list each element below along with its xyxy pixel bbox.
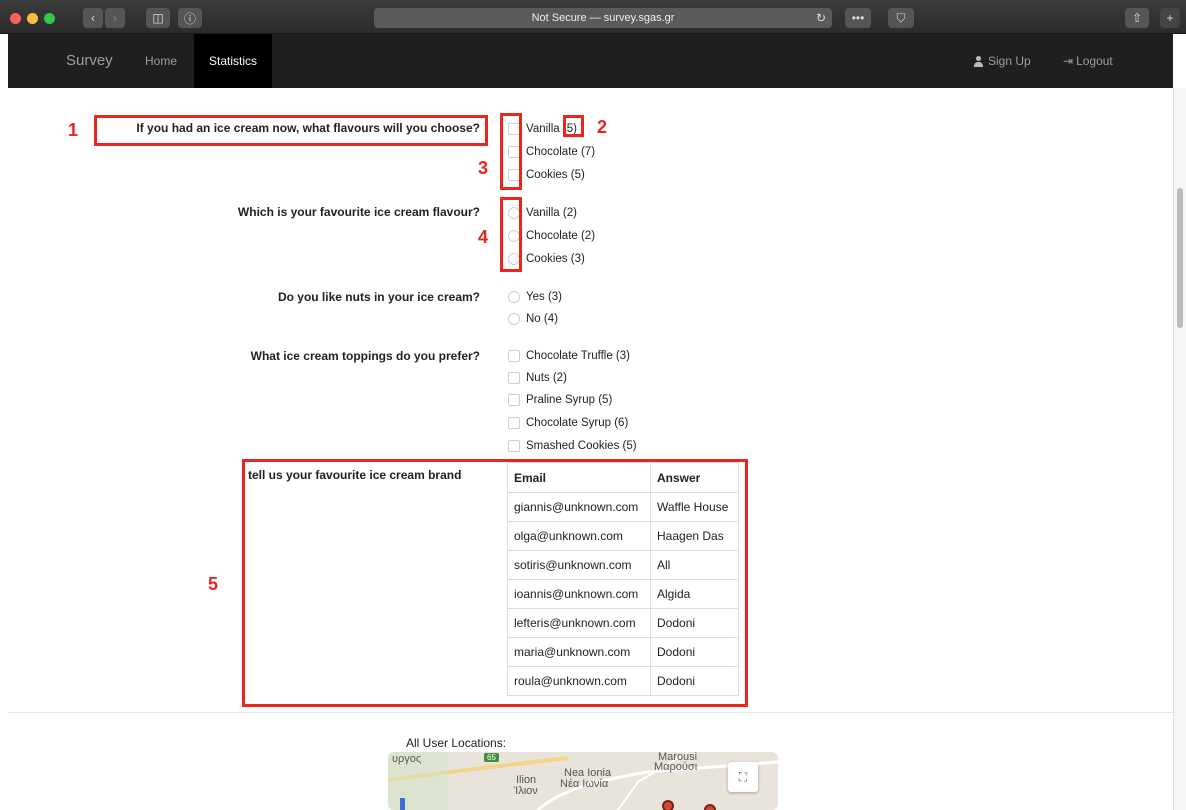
question-3-label: Do you like nuts in your ice cream? bbox=[277, 290, 480, 304]
q4-option[interactable]: Chocolate Syrup (6) bbox=[508, 414, 628, 432]
nav-statistics[interactable]: Statistics bbox=[194, 34, 272, 88]
annotation-number-3: 3 bbox=[478, 158, 489, 178]
page-scrollbar[interactable] bbox=[1173, 88, 1186, 810]
nav-sign-up[interactable]: Sign Up bbox=[963, 34, 1041, 88]
user-icon bbox=[973, 55, 984, 67]
option-label: Smashed Cookies (5) bbox=[526, 440, 637, 452]
location-pin[interactable] bbox=[662, 800, 674, 810]
checkbox[interactable] bbox=[508, 417, 520, 429]
option-label: Nuts (2) bbox=[526, 372, 567, 384]
annotation-number-5: 5 bbox=[208, 574, 219, 594]
url-text: Not Secure — survey.sgas.gr bbox=[531, 12, 675, 24]
annotation-box-1 bbox=[94, 115, 488, 146]
annotation-box-2 bbox=[563, 115, 584, 137]
brand-link[interactable]: Survey bbox=[66, 52, 113, 69]
sidebar-toggle-icon[interactable]: ◫ bbox=[146, 8, 170, 28]
annotation-box-3 bbox=[500, 113, 522, 190]
q4-option[interactable]: Smashed Cookies (5) bbox=[508, 437, 637, 455]
address-bar[interactable]: Not Secure — survey.sgas.gr ↻ bbox=[374, 8, 832, 28]
option-label: Chocolate (7) bbox=[526, 146, 596, 158]
extensions-button[interactable]: ••• bbox=[845, 8, 871, 28]
sign-up-label: Sign Up bbox=[988, 54, 1031, 68]
checkbox[interactable] bbox=[508, 394, 520, 406]
logout-icon: ⇥ bbox=[1063, 54, 1074, 68]
option-label: Chocolate Truffle (3) bbox=[526, 350, 630, 362]
road-badge: 65 bbox=[484, 753, 499, 762]
option-label: Cookies (3) bbox=[526, 253, 585, 265]
scroll-thumb[interactable] bbox=[1177, 188, 1183, 328]
back-button[interactable]: ‹ bbox=[83, 8, 103, 28]
new-tab-button[interactable]: + bbox=[1160, 8, 1180, 28]
maximize-window-button[interactable] bbox=[44, 13, 55, 24]
user-locations-map[interactable]: υργος 65 Marousi Μαρούσι Nea Ionia Νέα Ι… bbox=[388, 752, 778, 810]
annotation-number-1: 1 bbox=[68, 120, 79, 140]
q3-option[interactable]: Yes (3) bbox=[508, 288, 562, 306]
forward-button[interactable]: › bbox=[105, 8, 125, 28]
option-label: Chocolate Syrup (6) bbox=[526, 417, 629, 429]
site-navbar: Survey Home Statistics Sign Up ⇥ Logout bbox=[8, 34, 1173, 88]
q4-option[interactable]: Chocolate Truffle (3) bbox=[508, 347, 630, 365]
radio-button[interactable] bbox=[508, 313, 520, 325]
shield-icon[interactable]: ⛉ bbox=[888, 8, 914, 28]
annotation-number-4: 4 bbox=[478, 227, 489, 247]
reload-icon[interactable]: ↻ bbox=[816, 11, 826, 25]
map-title: All User Locations: bbox=[406, 736, 507, 750]
annotation-box-5 bbox=[242, 459, 748, 707]
logout-label: Logout bbox=[1076, 54, 1113, 68]
location-pin[interactable] bbox=[704, 804, 716, 810]
question-4-label: What ice cream toppings do you prefer? bbox=[250, 349, 480, 363]
checkbox[interactable] bbox=[508, 440, 520, 452]
checkbox[interactable] bbox=[508, 372, 520, 384]
option-label: No (4) bbox=[526, 313, 558, 325]
fullscreen-icon[interactable]: ⛶ bbox=[728, 762, 758, 792]
option-label: Cookies (5) bbox=[526, 169, 585, 181]
annotation-number-2: 2 bbox=[597, 117, 608, 137]
question-2-label: Which is your favourite ice cream flavou… bbox=[237, 205, 480, 219]
option-label: Vanilla (2) bbox=[526, 207, 577, 219]
q4-option[interactable]: Nuts (2) bbox=[508, 369, 567, 387]
section-divider bbox=[8, 712, 1173, 713]
nav-logout[interactable]: ⇥ Logout bbox=[1053, 34, 1123, 88]
radio-button[interactable] bbox=[508, 291, 520, 303]
browser-toolbar: ‹ › ◫ ⓘ Not Secure — survey.sgas.gr ↻ ••… bbox=[0, 0, 1186, 34]
q3-option[interactable]: No (4) bbox=[508, 310, 558, 328]
minimize-window-button[interactable] bbox=[27, 13, 38, 24]
option-label: Chocolate (2) bbox=[526, 230, 596, 242]
info-icon[interactable]: ⓘ bbox=[178, 8, 202, 28]
checkbox[interactable] bbox=[508, 350, 520, 362]
close-window-button[interactable] bbox=[10, 13, 21, 24]
option-label: Yes (3) bbox=[526, 291, 563, 303]
option-label: Praline Syrup (5) bbox=[526, 394, 613, 406]
map-place-label: Μαρούσι bbox=[654, 761, 698, 773]
nav-home[interactable]: Home bbox=[135, 34, 187, 88]
share-icon[interactable]: ⇧ bbox=[1125, 8, 1149, 28]
map-place-label: υργος bbox=[392, 753, 422, 765]
annotation-box-4 bbox=[500, 197, 522, 272]
map-place-label: Ίλιον bbox=[514, 785, 538, 797]
q4-option[interactable]: Praline Syrup (5) bbox=[508, 391, 612, 409]
map-place-label: Νέα Ιωνία bbox=[560, 778, 609, 790]
